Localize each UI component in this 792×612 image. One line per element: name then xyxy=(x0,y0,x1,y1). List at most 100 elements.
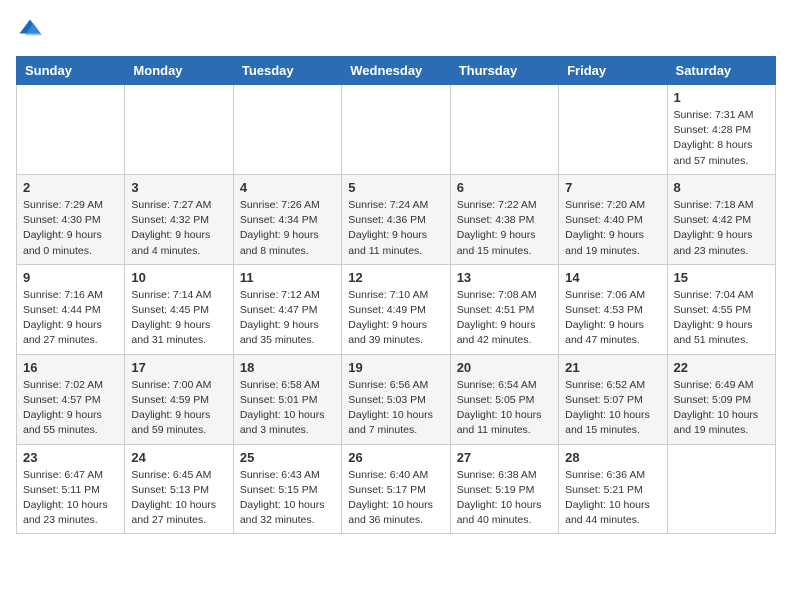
day-info: Sunrise: 6:40 AM Sunset: 5:17 PM Dayligh… xyxy=(348,468,443,529)
day-number: 5 xyxy=(348,180,443,195)
calendar-week-5: 23Sunrise: 6:47 AM Sunset: 5:11 PM Dayli… xyxy=(17,444,776,534)
day-number: 25 xyxy=(240,450,335,465)
calendar-cell xyxy=(17,85,125,175)
day-number: 19 xyxy=(348,360,443,375)
day-number: 8 xyxy=(674,180,769,195)
calendar-cell: 1 Sunrise: 7:31 AM Sunset: 4:28 PM Daylig… xyxy=(667,85,775,175)
day-info: Sunrise: 6:52 AM Sunset: 5:07 PM Dayligh… xyxy=(565,378,660,439)
calendar-cell xyxy=(342,85,450,175)
calendar-cell: 25 Sunrise: 6:43 AM Sunset: 5:15 PM Dayli… xyxy=(233,444,341,534)
day-number: 28 xyxy=(565,450,660,465)
day-info: Sunrise: 6:56 AM Sunset: 5:03 PM Dayligh… xyxy=(348,378,443,439)
day-number: 12 xyxy=(348,270,443,285)
day-number: 16 xyxy=(23,360,118,375)
day-info: Sunrise: 6:58 AM Sunset: 5:01 PM Dayligh… xyxy=(240,378,335,439)
day-number: 9 xyxy=(23,270,118,285)
day-info: Sunrise: 7:16 AM Sunset: 4:44 PM Dayligh… xyxy=(23,288,118,349)
calendar-week-1: 1 Sunrise: 7:31 AM Sunset: 4:28 PM Daylig… xyxy=(17,85,776,175)
day-info: Sunrise: 7:20 AM Sunset: 4:40 PM Dayligh… xyxy=(565,198,660,259)
day-number: 10 xyxy=(131,270,226,285)
calendar-cell xyxy=(125,85,233,175)
calendar-cell: 6 Sunrise: 7:22 AM Sunset: 4:38 PM Daylig… xyxy=(450,174,558,264)
calendar-cell xyxy=(667,444,775,534)
day-number: 13 xyxy=(457,270,552,285)
day-number: 27 xyxy=(457,450,552,465)
calendar-cell xyxy=(233,85,341,175)
calendar-week-2: 2 Sunrise: 7:29 AM Sunset: 4:30 PM Daylig… xyxy=(17,174,776,264)
day-number: 14 xyxy=(565,270,660,285)
day-number: 4 xyxy=(240,180,335,195)
day-info: Sunrise: 7:29 AM Sunset: 4:30 PM Dayligh… xyxy=(23,198,118,259)
day-number: 7 xyxy=(565,180,660,195)
day-info: Sunrise: 7:00 AM Sunset: 4:59 PM Dayligh… xyxy=(131,378,226,439)
calendar-cell: 24 Sunrise: 6:45 AM Sunset: 5:13 PM Dayli… xyxy=(125,444,233,534)
weekday-header-saturday: Saturday xyxy=(667,57,775,85)
day-number: 26 xyxy=(348,450,443,465)
day-number: 6 xyxy=(457,180,552,195)
day-number: 18 xyxy=(240,360,335,375)
day-number: 15 xyxy=(674,270,769,285)
calendar-cell: 3 Sunrise: 7:27 AM Sunset: 4:32 PM Daylig… xyxy=(125,174,233,264)
calendar-cell: 8 Sunrise: 7:18 AM Sunset: 4:42 PM Daylig… xyxy=(667,174,775,264)
calendar-week-3: 9 Sunrise: 7:16 AM Sunset: 4:44 PM Daylig… xyxy=(17,264,776,354)
day-info: Sunrise: 7:08 AM Sunset: 4:51 PM Dayligh… xyxy=(457,288,552,349)
day-info: Sunrise: 7:10 AM Sunset: 4:49 PM Dayligh… xyxy=(348,288,443,349)
calendar-cell: 20 Sunrise: 6:54 AM Sunset: 5:05 PM Dayli… xyxy=(450,354,558,444)
day-info: Sunrise: 6:45 AM Sunset: 5:13 PM Dayligh… xyxy=(131,468,226,529)
logo xyxy=(16,16,48,44)
calendar-cell: 5 Sunrise: 7:24 AM Sunset: 4:36 PM Daylig… xyxy=(342,174,450,264)
calendar-cell: 9 Sunrise: 7:16 AM Sunset: 4:44 PM Daylig… xyxy=(17,264,125,354)
day-number: 1 xyxy=(674,90,769,105)
logo-icon xyxy=(16,16,44,44)
calendar-cell: 10 Sunrise: 7:14 AM Sunset: 4:45 PM Dayli… xyxy=(125,264,233,354)
calendar-cell: 12 Sunrise: 7:10 AM Sunset: 4:49 PM Dayli… xyxy=(342,264,450,354)
calendar-cell xyxy=(559,85,667,175)
day-number: 2 xyxy=(23,180,118,195)
day-info: Sunrise: 6:43 AM Sunset: 5:15 PM Dayligh… xyxy=(240,468,335,529)
day-info: Sunrise: 7:18 AM Sunset: 4:42 PM Dayligh… xyxy=(674,198,769,259)
day-number: 24 xyxy=(131,450,226,465)
day-number: 23 xyxy=(23,450,118,465)
calendar-cell: 26 Sunrise: 6:40 AM Sunset: 5:17 PM Dayli… xyxy=(342,444,450,534)
day-number: 11 xyxy=(240,270,335,285)
calendar-cell: 22Sunrise: 6:49 AM Sunset: 5:09 PM Dayli… xyxy=(667,354,775,444)
day-info: Sunrise: 7:27 AM Sunset: 4:32 PM Dayligh… xyxy=(131,198,226,259)
day-info: Sunrise: 7:26 AM Sunset: 4:34 PM Dayligh… xyxy=(240,198,335,259)
day-info: Sunrise: 6:49 AM Sunset: 5:09 PM Dayligh… xyxy=(674,378,769,439)
weekday-header-thursday: Thursday xyxy=(450,57,558,85)
calendar-cell: 28Sunrise: 6:36 AM Sunset: 5:21 PM Dayli… xyxy=(559,444,667,534)
calendar-cell: 19 Sunrise: 6:56 AM Sunset: 5:03 PM Dayli… xyxy=(342,354,450,444)
calendar-cell: 13 Sunrise: 7:08 AM Sunset: 4:51 PM Dayli… xyxy=(450,264,558,354)
weekday-header-tuesday: Tuesday xyxy=(233,57,341,85)
day-info: Sunrise: 7:22 AM Sunset: 4:38 PM Dayligh… xyxy=(457,198,552,259)
calendar-cell: 11 Sunrise: 7:12 AM Sunset: 4:47 PM Dayli… xyxy=(233,264,341,354)
day-info: Sunrise: 7:31 AM Sunset: 4:28 PM Dayligh… xyxy=(674,108,769,169)
day-info: Sunrise: 7:14 AM Sunset: 4:45 PM Dayligh… xyxy=(131,288,226,349)
calendar-cell: 4 Sunrise: 7:26 AM Sunset: 4:34 PM Daylig… xyxy=(233,174,341,264)
weekday-header-sunday: Sunday xyxy=(17,57,125,85)
weekday-header-row: SundayMondayTuesdayWednesdayThursdayFrid… xyxy=(17,57,776,85)
calendar-cell: 18 Sunrise: 6:58 AM Sunset: 5:01 PM Dayli… xyxy=(233,354,341,444)
day-info: Sunrise: 7:24 AM Sunset: 4:36 PM Dayligh… xyxy=(348,198,443,259)
day-number: 17 xyxy=(131,360,226,375)
calendar-cell: 15 Sunrise: 7:04 AM Sunset: 4:55 PM Dayli… xyxy=(667,264,775,354)
day-number: 20 xyxy=(457,360,552,375)
calendar-week-4: 16 Sunrise: 7:02 AM Sunset: 4:57 PM Dayli… xyxy=(17,354,776,444)
day-info: Sunrise: 7:04 AM Sunset: 4:55 PM Dayligh… xyxy=(674,288,769,349)
calendar-cell: 27 Sunrise: 6:38 AM Sunset: 5:19 PM Dayli… xyxy=(450,444,558,534)
calendar-cell: 14Sunrise: 7:06 AM Sunset: 4:53 PM Dayli… xyxy=(559,264,667,354)
calendar-cell: 2 Sunrise: 7:29 AM Sunset: 4:30 PM Daylig… xyxy=(17,174,125,264)
calendar: SundayMondayTuesdayWednesdayThursdayFrid… xyxy=(16,56,776,534)
day-number: 3 xyxy=(131,180,226,195)
day-info: Sunrise: 7:12 AM Sunset: 4:47 PM Dayligh… xyxy=(240,288,335,349)
weekday-header-monday: Monday xyxy=(125,57,233,85)
calendar-cell: 23Sunrise: 6:47 AM Sunset: 5:11 PM Dayli… xyxy=(17,444,125,534)
day-info: Sunrise: 6:54 AM Sunset: 5:05 PM Dayligh… xyxy=(457,378,552,439)
day-info: Sunrise: 6:38 AM Sunset: 5:19 PM Dayligh… xyxy=(457,468,552,529)
calendar-cell: 21 Sunrise: 6:52 AM Sunset: 5:07 PM Dayli… xyxy=(559,354,667,444)
weekday-header-friday: Friday xyxy=(559,57,667,85)
calendar-cell xyxy=(450,85,558,175)
day-info: Sunrise: 7:02 AM Sunset: 4:57 PM Dayligh… xyxy=(23,378,118,439)
calendar-cell: 7 Sunrise: 7:20 AM Sunset: 4:40 PM Daylig… xyxy=(559,174,667,264)
day-number: 21 xyxy=(565,360,660,375)
